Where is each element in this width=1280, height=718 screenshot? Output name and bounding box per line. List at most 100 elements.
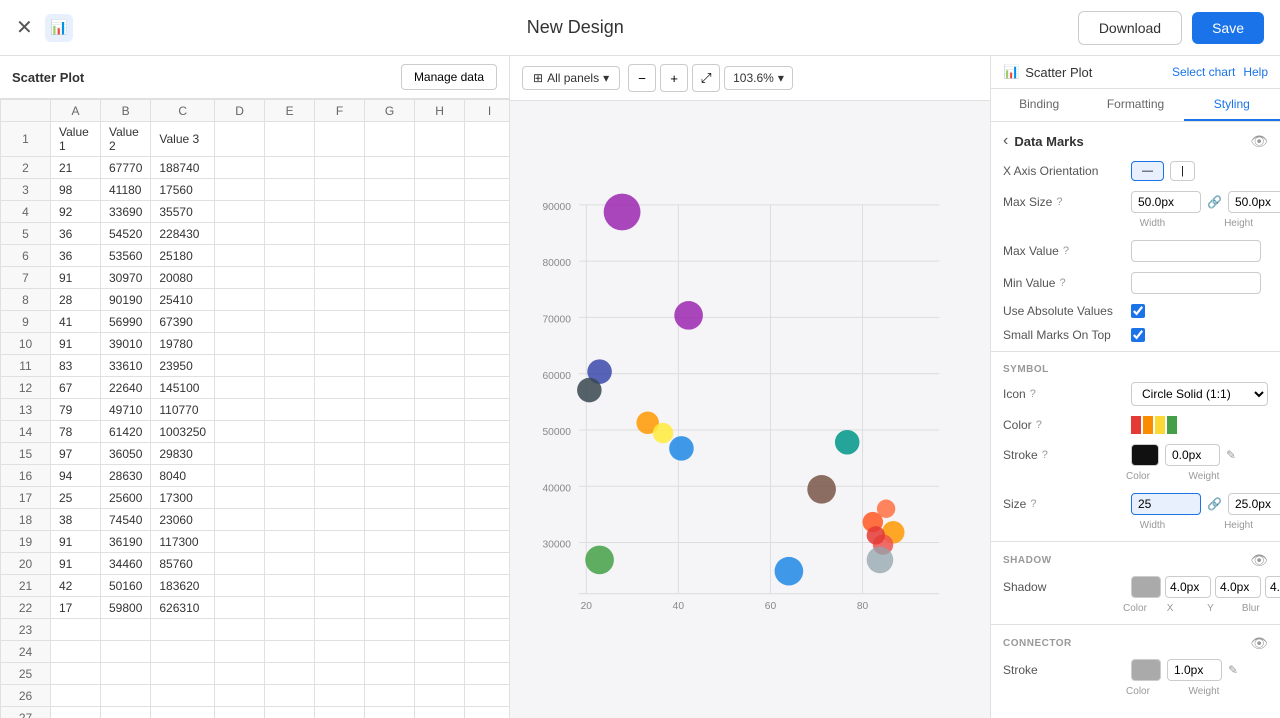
row-number[interactable]: 3 [1, 179, 51, 201]
cell[interactable] [265, 531, 315, 553]
cell[interactable] [415, 157, 465, 179]
cell[interactable] [315, 157, 365, 179]
table-row[interactable]: 22167770188740 [1, 157, 510, 179]
cell[interactable]: 36 [51, 223, 101, 245]
cell[interactable] [265, 421, 315, 443]
table-row[interactable]: 10913901019780 [1, 333, 510, 355]
cell[interactable] [101, 685, 151, 707]
cell[interactable] [465, 619, 509, 641]
cell[interactable]: 8040 [151, 465, 215, 487]
row-number[interactable]: 8 [1, 289, 51, 311]
cell[interactable] [315, 487, 365, 509]
cell[interactable]: 41 [51, 311, 101, 333]
cell[interactable] [365, 267, 415, 289]
cell[interactable]: 97 [51, 443, 101, 465]
cell[interactable] [215, 531, 265, 553]
stroke-edit-icon[interactable]: ✎ [1226, 448, 1236, 462]
row-number[interactable]: 26 [1, 685, 51, 707]
cell[interactable] [365, 355, 415, 377]
cell[interactable] [315, 399, 365, 421]
small-marks-checkbox[interactable] [1131, 328, 1145, 342]
color-help[interactable]: ? [1036, 419, 1042, 431]
cell[interactable]: 21 [51, 157, 101, 179]
cell[interactable] [315, 421, 365, 443]
cell[interactable] [465, 245, 509, 267]
close-icon[interactable]: ✕ [16, 15, 33, 40]
cell[interactable]: 91 [51, 333, 101, 355]
cell[interactable]: 91 [51, 553, 101, 575]
sheet-table[interactable]: A B C D E F G H I 1Value 1Value 2Value 3… [0, 99, 509, 718]
cell[interactable] [315, 311, 365, 333]
cell[interactable] [415, 465, 465, 487]
cell[interactable] [265, 179, 315, 201]
color-multi-swatch[interactable] [1131, 416, 1177, 434]
cell[interactable]: 35570 [151, 201, 215, 223]
cell[interactable]: 36050 [101, 443, 151, 465]
cell[interactable] [415, 311, 465, 333]
cell[interactable] [465, 201, 509, 223]
cell[interactable]: 34460 [101, 553, 151, 575]
cell[interactable] [265, 333, 315, 355]
min-value-help-icon[interactable]: ? [1059, 277, 1065, 289]
cell[interactable] [415, 575, 465, 597]
cell[interactable] [315, 553, 365, 575]
row-number[interactable]: 13 [1, 399, 51, 421]
table-row[interactable]: 26 [1, 685, 510, 707]
cell[interactable] [315, 597, 365, 619]
cell[interactable] [465, 289, 509, 311]
select-chart-button[interactable]: Select chart [1172, 65, 1235, 79]
cell[interactable] [265, 509, 315, 531]
table-row[interactable]: 4923369035570 [1, 201, 510, 223]
cell[interactable] [465, 399, 509, 421]
row-number[interactable]: 2 [1, 157, 51, 179]
cell[interactable] [265, 641, 315, 663]
cell[interactable] [265, 663, 315, 685]
stroke-color-swatch[interactable] [1131, 444, 1159, 466]
table-row[interactable]: 20913446085760 [1, 553, 510, 575]
shadow-blur-input[interactable] [1265, 576, 1280, 598]
cell[interactable] [215, 311, 265, 333]
cell[interactable]: 56990 [101, 311, 151, 333]
cell[interactable] [365, 399, 415, 421]
cell[interactable] [315, 179, 365, 201]
cell[interactable] [465, 509, 509, 531]
size-help[interactable]: ? [1030, 498, 1036, 510]
cell[interactable]: 90190 [101, 289, 151, 311]
cell[interactable] [365, 179, 415, 201]
row-number[interactable]: 16 [1, 465, 51, 487]
table-row[interactable]: 137949710110770 [1, 399, 510, 421]
cell[interactable] [151, 641, 215, 663]
table-row[interactable]: 27 [1, 707, 510, 718]
cell[interactable]: 49710 [101, 399, 151, 421]
cell[interactable]: 23060 [151, 509, 215, 531]
cell[interactable] [51, 641, 101, 663]
shadow-color-swatch[interactable] [1131, 576, 1161, 598]
row-number[interactable]: 11 [1, 355, 51, 377]
panel-selector[interactable]: ⊞ All panels ▾ [522, 66, 620, 90]
cell[interactable]: Value 1 [51, 122, 101, 157]
cell[interactable] [365, 575, 415, 597]
cell[interactable] [315, 355, 365, 377]
cell[interactable] [265, 443, 315, 465]
cell[interactable]: 25410 [151, 289, 215, 311]
cell[interactable] [415, 223, 465, 245]
connector-stroke-edit-icon[interactable]: ✎ [1228, 663, 1238, 677]
cell[interactable] [265, 267, 315, 289]
cell[interactable] [415, 531, 465, 553]
cell[interactable] [215, 443, 265, 465]
cell[interactable] [51, 707, 101, 718]
cell[interactable] [315, 201, 365, 223]
cell[interactable]: 22640 [101, 377, 151, 399]
cell[interactable] [465, 707, 509, 718]
cell[interactable] [265, 201, 315, 223]
cell[interactable] [215, 575, 265, 597]
row-number[interactable]: 5 [1, 223, 51, 245]
table-row[interactable]: 1478614201003250 [1, 421, 510, 443]
row-number[interactable]: 23 [1, 619, 51, 641]
max-size-width-input[interactable] [1131, 191, 1201, 213]
back-button[interactable]: ‹ [1003, 132, 1008, 150]
cell[interactable]: 78 [51, 421, 101, 443]
cell[interactable] [265, 311, 315, 333]
cell[interactable] [415, 399, 465, 421]
cell[interactable] [215, 223, 265, 245]
